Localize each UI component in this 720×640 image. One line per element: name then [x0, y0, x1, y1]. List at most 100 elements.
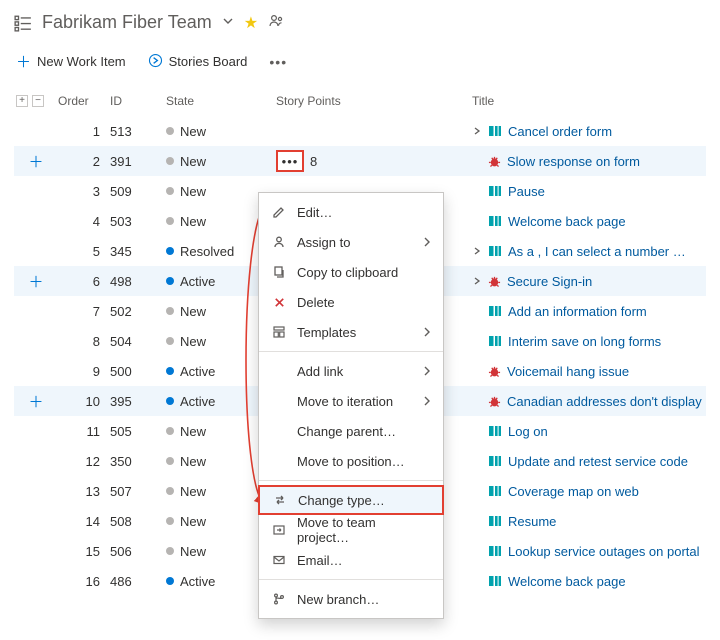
- col-order[interactable]: Order: [58, 94, 110, 108]
- arrow-right-circle-icon: [148, 53, 163, 71]
- expand-icon[interactable]: [472, 277, 482, 285]
- menu-item-edit[interactable]: Edit…: [259, 197, 443, 227]
- title-cell: Welcome back page: [472, 574, 706, 589]
- work-item-title-link[interactable]: Log on: [508, 424, 548, 439]
- col-state[interactable]: State: [166, 94, 276, 108]
- new-work-item-button[interactable]: ＋ New Work Item: [16, 51, 126, 72]
- expand-all-icon[interactable]: +: [16, 95, 28, 107]
- menu-item-label: Move to iteration: [297, 394, 393, 409]
- order-cell: 9: [58, 364, 110, 379]
- backlog-icon: [14, 14, 32, 32]
- row-actions-button[interactable]: •••: [276, 150, 304, 172]
- state-dot-icon: [166, 367, 174, 375]
- menu-item-move-to-iteration[interactable]: Move to iteration: [259, 386, 443, 416]
- order-cell: 15: [58, 544, 110, 559]
- menu-item-move-to-team-project[interactable]: Move to team project…: [259, 515, 443, 545]
- work-item-title-link[interactable]: Resume: [508, 514, 556, 529]
- title-cell: Update and retest service code: [472, 454, 706, 469]
- chevron-right-icon: [423, 364, 431, 379]
- work-item-title-link[interactable]: Add an information form: [508, 304, 647, 319]
- menu-item-move-to-position[interactable]: Move to position…: [259, 446, 443, 476]
- work-item-title-link[interactable]: Update and retest service code: [508, 454, 688, 469]
- user-story-icon: [488, 304, 502, 318]
- menu-item-assign-to[interactable]: Assign to: [259, 227, 443, 257]
- title-cell: Slow response on form: [472, 154, 706, 169]
- user-story-icon: [488, 574, 502, 588]
- state-dot-icon: [166, 157, 174, 165]
- state-dot-icon: [166, 277, 174, 285]
- user-story-icon: [488, 244, 502, 258]
- expand-icon[interactable]: [472, 127, 482, 135]
- user-story-icon: [488, 514, 502, 528]
- add-child-button[interactable]: ＋: [28, 271, 43, 292]
- menu-item-label: Templates: [297, 325, 356, 340]
- collapse-all-icon[interactable]: −: [32, 95, 44, 107]
- chevron-down-icon[interactable]: [222, 15, 234, 30]
- menu-item-delete[interactable]: Delete: [259, 287, 443, 317]
- id-cell: 486: [110, 574, 166, 589]
- menu-item-templates[interactable]: Templates: [259, 317, 443, 347]
- work-item-title-link[interactable]: Slow response on form: [507, 154, 640, 169]
- user-story-icon: [488, 454, 502, 468]
- id-cell: 513: [110, 124, 166, 139]
- state-cell: New: [166, 124, 276, 139]
- work-item-title-link[interactable]: Coverage map on web: [508, 484, 639, 499]
- user-story-icon: [488, 184, 502, 198]
- order-cell: 11: [58, 424, 110, 439]
- order-cell: 3: [58, 184, 110, 199]
- bug-icon: [488, 365, 501, 378]
- bug-icon: [488, 275, 501, 288]
- team-members-icon[interactable]: [268, 13, 284, 32]
- menu-item-label: New branch…: [297, 592, 379, 607]
- id-cell: 500: [110, 364, 166, 379]
- user-story-icon: [488, 214, 502, 228]
- col-story-points[interactable]: Story Points: [276, 94, 472, 108]
- menu-item-add-link[interactable]: Add link: [259, 356, 443, 386]
- work-item-title-link[interactable]: As a , I can select a number …: [508, 244, 686, 259]
- state-dot-icon: [166, 337, 174, 345]
- title-cell: Resume: [472, 514, 706, 529]
- work-item-title-link[interactable]: Secure Sign-in: [507, 274, 592, 289]
- work-item-title-link[interactable]: Canadian addresses don't display: [507, 394, 702, 409]
- delete-icon: [271, 296, 287, 309]
- expand-icon[interactable]: [472, 247, 482, 255]
- work-item-title-link[interactable]: Lookup service outages on portal: [508, 544, 700, 559]
- stories-board-button[interactable]: Stories Board: [148, 53, 248, 71]
- state-dot-icon: [166, 127, 174, 135]
- state-dot-icon: [166, 487, 174, 495]
- team-name[interactable]: Fabrikam Fiber Team: [42, 12, 212, 33]
- table-row[interactable]: ＋1513NewCancel order form: [14, 116, 706, 146]
- toolbar-overflow-button[interactable]: •••: [269, 54, 287, 70]
- menu-item-change-type[interactable]: Change type…: [258, 485, 444, 515]
- title-cell: Coverage map on web: [472, 484, 706, 499]
- state-dot-icon: [166, 427, 174, 435]
- id-cell: 503: [110, 214, 166, 229]
- menu-item-change-parent[interactable]: Change parent…: [259, 416, 443, 446]
- favorite-star-icon[interactable]: ★: [244, 13, 258, 33]
- work-item-title-link[interactable]: Interim save on long forms: [508, 334, 661, 349]
- title-cell: Canadian addresses don't display: [472, 394, 706, 409]
- stories-board-label: Stories Board: [169, 54, 248, 69]
- menu-item-email[interactable]: Email…: [259, 545, 443, 575]
- order-cell: 14: [58, 514, 110, 529]
- state-dot-icon: [166, 307, 174, 315]
- menu-item-new-branch[interactable]: New branch…: [259, 584, 443, 614]
- user-story-icon: [488, 544, 502, 558]
- add-child-button[interactable]: ＋: [28, 151, 43, 172]
- menu-item-label: Change type…: [298, 493, 385, 508]
- col-id[interactable]: ID: [110, 94, 166, 108]
- order-cell: 6: [58, 274, 110, 289]
- col-title[interactable]: Title: [472, 94, 706, 108]
- add-child-button[interactable]: ＋: [28, 391, 43, 412]
- table-row[interactable]: ＋2391New•••8Slow response on form: [14, 146, 706, 176]
- id-cell: 350: [110, 454, 166, 469]
- work-item-title-link[interactable]: Welcome back page: [508, 574, 626, 589]
- order-cell: 1: [58, 124, 110, 139]
- work-item-title-link[interactable]: Voicemail hang issue: [507, 364, 629, 379]
- menu-item-copy-to-clipboard[interactable]: Copy to clipboard: [259, 257, 443, 287]
- expand-collapse-all[interactable]: + −: [14, 95, 58, 107]
- work-item-title-link[interactable]: Welcome back page: [508, 214, 626, 229]
- toolbar: ＋ New Work Item Stories Board •••: [14, 51, 706, 72]
- work-item-title-link[interactable]: Cancel order form: [508, 124, 612, 139]
- work-item-title-link[interactable]: Pause: [508, 184, 545, 199]
